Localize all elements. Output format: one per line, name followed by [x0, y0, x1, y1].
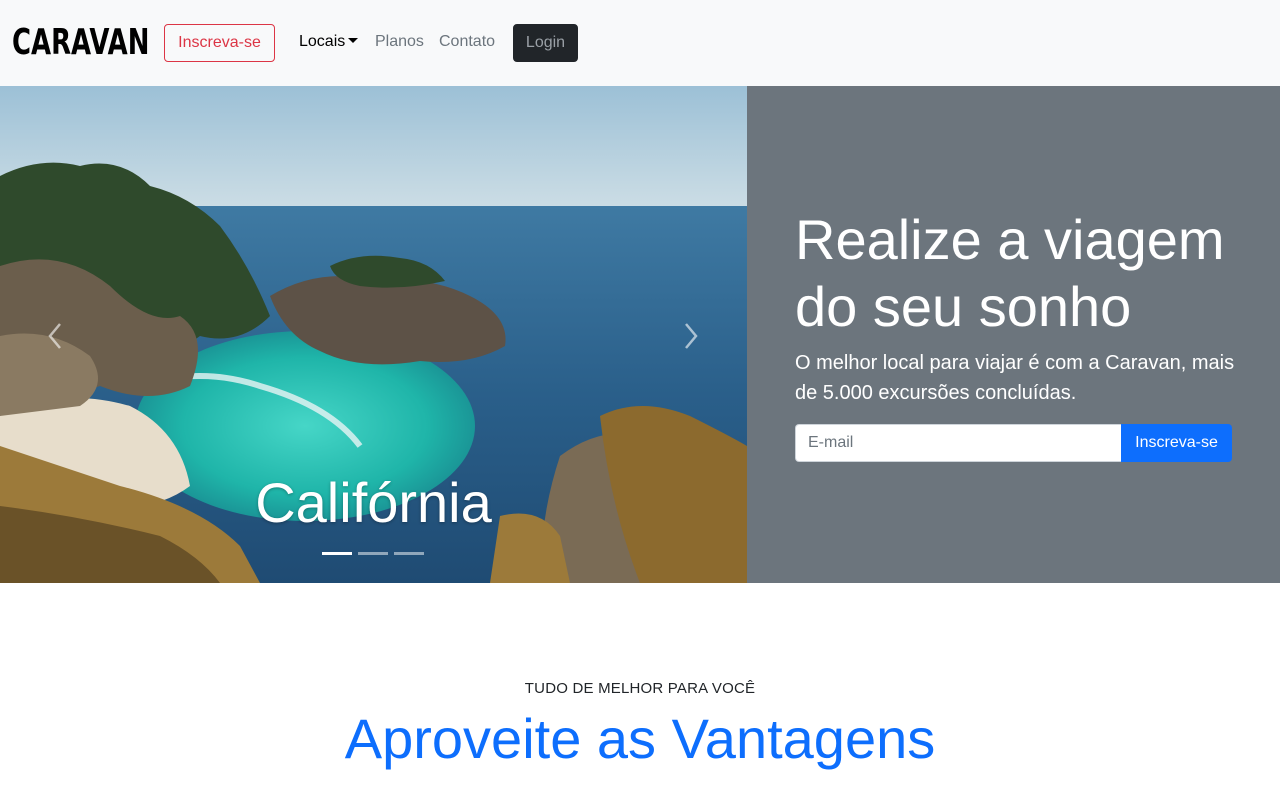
carousel-indicator[interactable]: [322, 552, 352, 555]
nav-link-locais[interactable]: Locais: [299, 32, 359, 52]
navbar: CARAVAN Inscreva-se Locais Planos Contat…: [0, 0, 1280, 86]
section-title: Aproveite as Vantagens: [344, 707, 936, 770]
carousel-indicators: [322, 552, 424, 555]
hero-title: Realize a viagem do seu sonho: [795, 208, 1225, 338]
section-eyebrow: TUDO DE MELHOR PARA VOCÊ: [524, 680, 756, 697]
nav-link-planos[interactable]: Planos: [375, 32, 424, 52]
carousel: Califórnia: [0, 86, 747, 583]
chevron-right-icon: [685, 323, 698, 349]
hero-lead: O melhor local para viajar é com a Carav…: [795, 352, 1235, 404]
brand-logo[interactable]: CARAVAN: [12, 24, 149, 62]
email-placeholder: E-mail: [808, 434, 854, 451]
subscribe-button[interactable]: Inscreva-se: [1121, 424, 1232, 462]
carousel-indicator[interactable]: [394, 552, 424, 555]
nav-link-contato[interactable]: Contato: [439, 32, 495, 52]
carousel-next-button[interactable]: [680, 321, 702, 351]
hero-panel: Realize a viagem do seu sonho O melhor l…: [747, 86, 1280, 583]
caret-down-icon: [348, 38, 359, 43]
email-input[interactable]: E-mail: [795, 424, 1121, 462]
signup-button[interactable]: Inscreva-se: [164, 24, 275, 62]
carousel-caption: Califórnia: [255, 471, 492, 534]
login-button[interactable]: Login: [513, 24, 578, 62]
carousel-prev-button[interactable]: [44, 321, 66, 351]
carousel-indicator[interactable]: [358, 552, 388, 555]
chevron-left-icon: [48, 323, 61, 349]
nav-link-label: Locais: [299, 33, 346, 50]
